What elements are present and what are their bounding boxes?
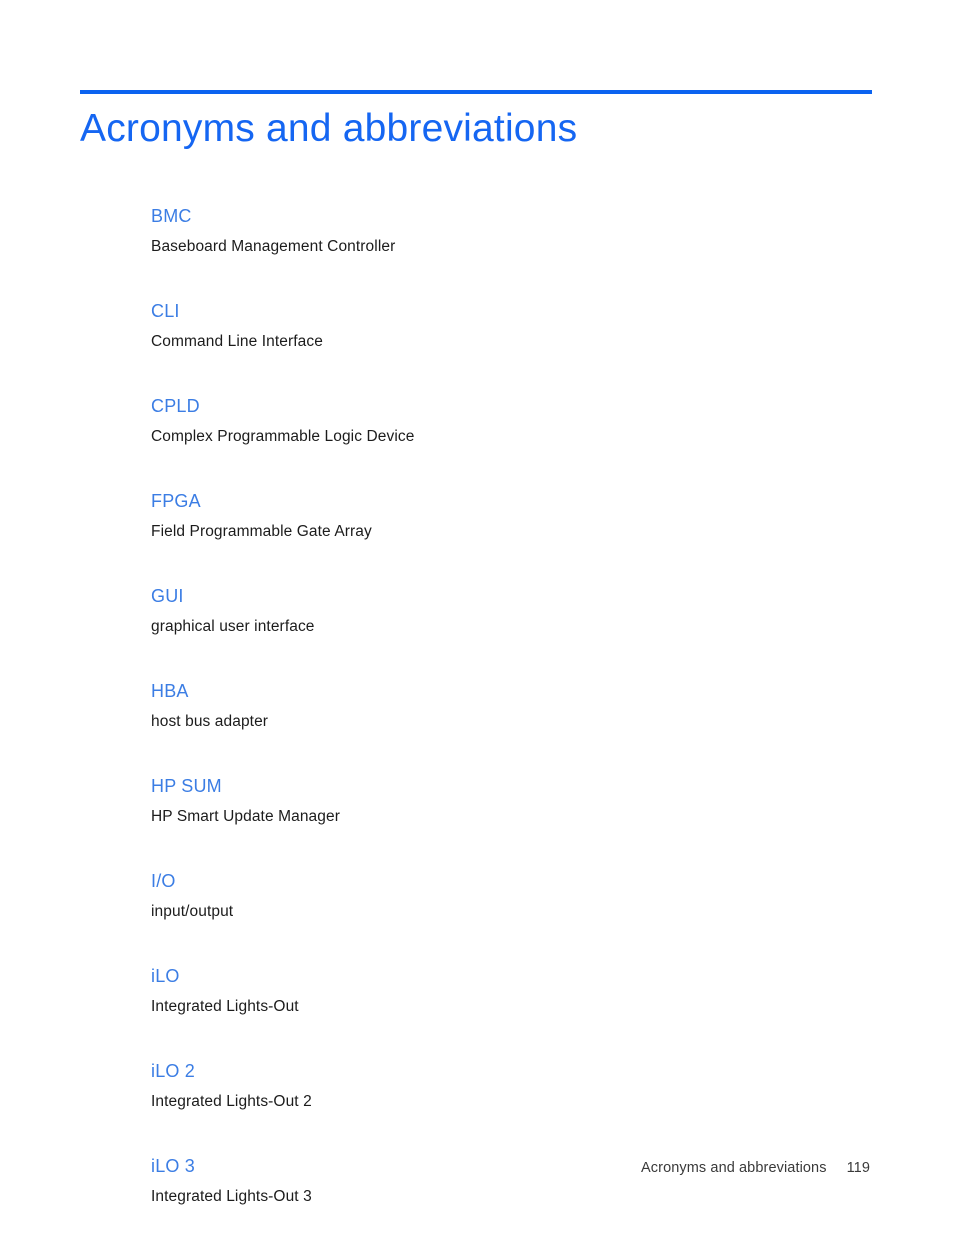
glossary-entry: GUI graphical user interface <box>151 585 851 637</box>
glossary-term: GUI <box>151 586 184 606</box>
glossary-entry: iLO Integrated Lights-Out <box>151 965 851 1017</box>
glossary-term: HBA <box>151 681 189 701</box>
footer-page-number: 119 <box>846 1160 870 1176</box>
glossary-definition: host bus adapter <box>151 713 269 730</box>
glossary-entry: CLI Command Line Interface <box>151 300 851 352</box>
glossary-entry: HBA host bus adapter <box>151 680 851 732</box>
glossary-term: CPLD <box>151 396 200 416</box>
glossary-term: iLO <box>151 966 180 986</box>
page-footer: Acronyms and abbreviations 119 <box>80 1158 870 1178</box>
glossary-entry: I/O input/output <box>151 870 851 922</box>
glossary-entry: iLO 2 Integrated Lights-Out 2 <box>151 1060 851 1112</box>
glossary-term: HP SUM <box>151 776 222 796</box>
document-page: Acronyms and abbreviations BMC Baseboard … <box>0 0 954 1235</box>
glossary-term: FPGA <box>151 491 201 511</box>
page-title: Acronyms and abbreviations <box>80 107 578 150</box>
glossary-entry: CPLD Complex Programmable Logic Device <box>151 395 851 447</box>
glossary-definition: Integrated Lights-Out <box>151 998 299 1015</box>
glossary-entry: HP SUM HP Smart Update Manager <box>151 775 851 827</box>
footer-section-label: Acronyms and abbreviations <box>641 1160 827 1176</box>
glossary-list: BMC Baseboard Management Controller CLI Com… <box>151 205 851 1235</box>
glossary-definition: Complex Programmable Logic Device <box>151 428 415 445</box>
glossary-entry: BMC Baseboard Management Controller <box>151 205 851 257</box>
glossary-definition: Baseboard Management Controller <box>151 238 396 255</box>
glossary-term: BMC <box>151 206 192 226</box>
glossary-term: CLI <box>151 301 180 321</box>
glossary-definition: graphical user interface <box>151 618 315 635</box>
glossary-definition: Field Programmable Gate Array <box>151 523 372 540</box>
glossary-definition: Integrated Lights-Out 3 <box>151 1188 312 1205</box>
glossary-definition: input/output <box>151 903 234 920</box>
glossary-definition: Integrated Lights-Out 2 <box>151 1093 312 1110</box>
glossary-entry: FPGA Field Programmable Gate Array <box>151 490 851 542</box>
glossary-term: iLO 2 <box>151 1061 196 1081</box>
glossary-definition: Command Line Interface <box>151 333 323 350</box>
glossary-term: I/O <box>151 871 176 891</box>
page-heading-block: Acronyms and abbreviations <box>80 90 872 154</box>
glossary-definition: HP Smart Update Manager <box>151 808 340 825</box>
